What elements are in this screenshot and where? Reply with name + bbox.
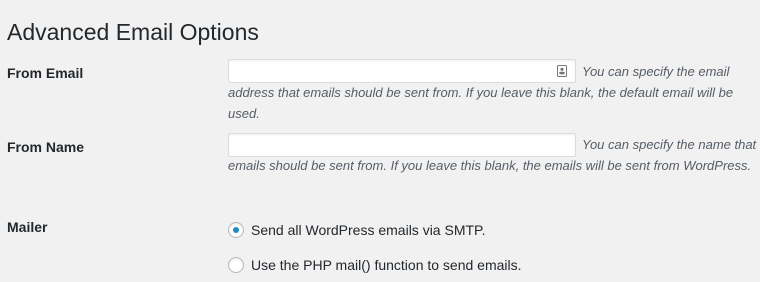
from-email-description-line1: You can specify the email [582, 64, 730, 79]
from-name-description-line2: emails should be sent from. If you leave… [228, 158, 752, 173]
radio-button-php-mail[interactable] [228, 257, 244, 273]
from-name-description: You can specify the name that emails sho… [228, 134, 758, 176]
mailer-option-php-mail[interactable]: Use the PHP mail() function to send emai… [228, 256, 522, 274]
radio-button-smtp[interactable] [228, 222, 244, 238]
mailer-option-smtp-label[interactable]: Send all WordPress emails via SMTP. [251, 221, 485, 239]
from-email-description-line2: address that emails should be sent from.… [228, 85, 734, 121]
mailer-label: Mailer [7, 219, 48, 235]
from-email-description: You can specify the email address that e… [228, 61, 758, 124]
from-email-label: From Email [7, 65, 84, 81]
from-name-description-line1: You can specify the name that [582, 137, 757, 152]
page-title: Advanced Email Options [7, 19, 259, 46]
mailer-option-php-mail-label[interactable]: Use the PHP mail() function to send emai… [251, 256, 522, 274]
from-name-label: From Name [7, 139, 85, 155]
mailer-option-smtp[interactable]: Send all WordPress emails via SMTP. [228, 221, 485, 239]
